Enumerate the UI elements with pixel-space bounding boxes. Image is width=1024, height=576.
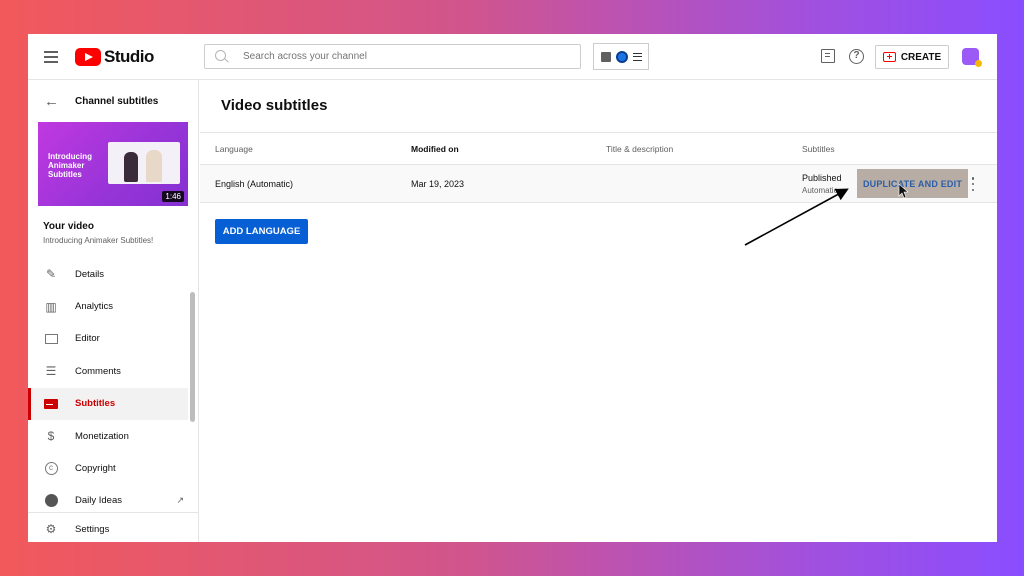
create-video-icon <box>882 52 896 62</box>
status-automatic: Automatic <box>802 186 838 195</box>
avatar[interactable] <box>962 48 982 67</box>
sidebar-item-label: Settings <box>75 523 110 535</box>
ideas-icon-shape <box>44 494 58 508</box>
sidebar-item-editor[interactable]: Editor <box>28 323 188 355</box>
editor-icon <box>44 332 58 346</box>
studio-logo[interactable]: Studio <box>75 47 154 67</box>
sidebar-item-label: Analytics <box>75 301 114 313</box>
sidebar-item-subtitles[interactable]: Subtitles <box>28 387 188 421</box>
logo-text: Studio <box>104 47 154 66</box>
duplicate-and-edit-button[interactable]: DUPLICATE AND EDIT <box>857 169 968 198</box>
feedback-icon[interactable] <box>821 49 835 63</box>
table-row[interactable]: English (Automatic) Mar 19, 2023 Publish… <box>200 165 997 203</box>
row-modified: Mar 19, 2023 <box>411 179 465 189</box>
subtitles-icon <box>44 397 58 411</box>
sidebar-item-label: Monetization <box>75 430 129 442</box>
sidebar-item-details[interactable]: ✎ Details <box>28 258 188 290</box>
sidebar-item-label: Daily Ideas <box>75 495 122 507</box>
ideas-icon <box>44 494 58 508</box>
circle-extension-icon[interactable] <box>615 50 628 63</box>
sidebar-item-label: Details <box>75 268 105 280</box>
your-video-label: Your video <box>43 221 94 232</box>
thumbnail-title: Introducing Animaker Subtitles <box>48 152 92 179</box>
copyright-icon-shape: c <box>44 462 58 476</box>
chart-extension-icon[interactable] <box>600 51 611 62</box>
divider <box>28 512 199 513</box>
sidebar-item-label: Copyright <box>75 463 116 475</box>
more-options-icon[interactable] <box>971 177 975 191</box>
create-button[interactable]: CREATE <box>875 45 949 69</box>
editor-icon-shape <box>44 333 58 344</box>
video-thumbnail[interactable]: Introducing Animaker Subtitles 1:46 <box>38 122 188 206</box>
page-title: Video subtitles <box>221 97 328 114</box>
video-duration: 1:46 <box>162 191 184 202</box>
youtube-play-icon <box>75 48 101 66</box>
main-content: Video subtitles Language Modified on Tit… <box>200 80 997 542</box>
column-subtitles: Subtitles <box>802 144 835 154</box>
back-arrow-icon[interactable]: ← <box>44 93 60 110</box>
subtitle-status: Published Automatic <box>802 173 842 195</box>
thumbnail-person-1 <box>124 152 138 182</box>
status-published: Published <box>802 173 842 183</box>
table-header: Language Modified on Title & description… <box>200 132 997 165</box>
back-to-channel-subtitles[interactable]: ← Channel subtitles <box>44 93 159 110</box>
sidebar-item-comments[interactable]: ☰ Comments <box>28 355 188 387</box>
sidebar: ← Channel subtitles Introducing Animaker… <box>28 80 199 542</box>
sidebar-item-label: Editor <box>75 333 100 345</box>
row-language: English (Automatic) <box>215 179 294 189</box>
extension-toolbar[interactable] <box>593 43 649 70</box>
search-input[interactable] <box>243 51 563 62</box>
sidebar-nav: ✎ Details ▥ Analytics Editor ☰ Comments … <box>28 258 188 517</box>
sidebar-item-settings[interactable]: ⚙ Settings <box>44 522 110 536</box>
search-bar[interactable] <box>204 44 581 69</box>
menu-icon[interactable] <box>44 51 58 63</box>
sidebar-item-copyright[interactable]: c Copyright <box>28 452 188 484</box>
add-language-button[interactable]: ADD LANGUAGE <box>215 219 308 244</box>
dollar-icon: $ <box>47 429 55 444</box>
help-icon[interactable]: ? <box>849 49 864 64</box>
pencil-icon: ✎ <box>45 267 57 282</box>
sidebar-item-monetization[interactable]: $ Monetization <box>28 420 188 452</box>
column-modified-on[interactable]: Modified on <box>411 144 459 154</box>
sidebar-item-analytics[interactable]: ▥ Analytics <box>28 290 188 322</box>
thumbnail-person-2 <box>146 150 162 182</box>
column-title-description: Title & description <box>606 144 674 154</box>
copyright-icon: c <box>44 462 58 476</box>
sidebar-scrollbar[interactable] <box>190 292 195 422</box>
back-label: Channel subtitles <box>75 95 159 107</box>
analytics-icon: ▥ <box>45 299 57 314</box>
gear-icon: ⚙ <box>45 522 57 536</box>
studio-window: Studio ? CREATE ← Channel subtitles Intr… <box>28 34 997 542</box>
create-label: CREATE <box>900 51 942 63</box>
external-link-icon[interactable]: ↗ <box>176 495 184 506</box>
sidebar-item-label: Comments <box>75 365 121 377</box>
thumbnail-screen <box>108 142 180 184</box>
subtitles-icon-shape <box>44 398 58 409</box>
column-language: Language <box>215 144 253 154</box>
search-icon <box>215 49 229 64</box>
list-extension-icon[interactable] <box>632 52 642 61</box>
comments-icon: ☰ <box>45 364 57 379</box>
sidebar-item-label: Subtitles <box>75 398 116 410</box>
video-name: Introducing Animaker Subtitles! <box>43 236 154 245</box>
top-bar: Studio ? CREATE <box>28 34 997 80</box>
